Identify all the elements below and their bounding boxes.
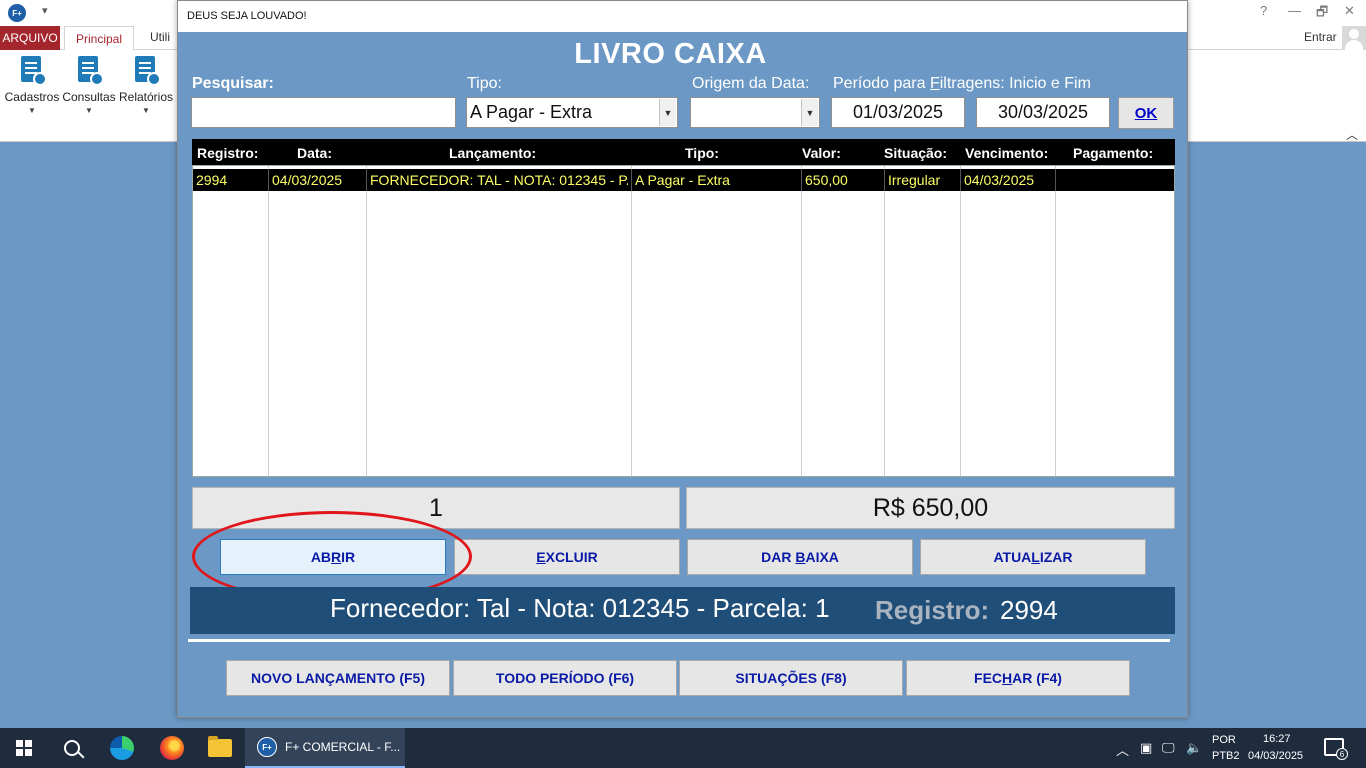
network-icon[interactable]: 🖵: [1162, 740, 1175, 756]
app-logo-icon: F+: [8, 4, 26, 22]
end-date-input[interactable]: 30/03/2025: [976, 97, 1110, 128]
language-indicator[interactable]: POR: [1212, 734, 1236, 746]
column-divider: [268, 166, 269, 476]
column-divider: [884, 166, 885, 476]
active-app-taskbar-button[interactable]: F+ F+ COMERCIAL - F...: [245, 728, 405, 768]
divider: [188, 639, 1170, 642]
records-grid[interactable]: 2994 04/03/2025 FORNECEDOR: TAL - NOTA: …: [192, 165, 1175, 477]
novo-lancamento-button[interactable]: NOVO LANÇAMENTO (F5): [226, 660, 450, 696]
active-app-label: F+ COMERCIAL - F...: [285, 740, 401, 754]
form-title: LIVRO CAIXA: [574, 38, 767, 70]
start-date-input[interactable]: 01/03/2025: [831, 97, 965, 128]
tab-principal[interactable]: Principal: [64, 26, 134, 51]
column-divider: [366, 166, 367, 476]
dialog-title: DEUS SEJA LOUVADO!: [187, 10, 307, 22]
chevron-down-icon[interactable]: ▼: [659, 99, 676, 126]
column-header[interactable]: Vencimento:: [965, 145, 1048, 161]
collapse-ribbon-icon[interactable]: ︿: [1346, 126, 1358, 143]
situacoes-button[interactable]: SITUAÇÕES (F8): [679, 660, 903, 696]
consultas-button[interactable]: Consultas ▼: [61, 56, 117, 120]
tab-arquivo[interactable]: ARQUIVO: [0, 26, 60, 50]
notification-count: 6: [1336, 748, 1348, 760]
report-clock-icon: [131, 56, 161, 88]
column-header[interactable]: Pagamento:: [1073, 145, 1153, 161]
date-origin-label: Origem da Data:: [692, 75, 810, 92]
todo-periodo-button[interactable]: TODO PERÍODO (F6): [453, 660, 677, 696]
date-origin-combo[interactable]: ▼: [690, 97, 820, 128]
firefox-icon: [160, 736, 184, 760]
column-divider: [631, 166, 632, 476]
edge-taskbar-button[interactable]: [98, 728, 146, 768]
add-document-icon: [17, 56, 47, 88]
column-divider: [1055, 166, 1056, 476]
start-button[interactable]: [0, 728, 48, 768]
cell-situacao: Irregular: [888, 172, 941, 188]
cell-lancamento: FORNECEDOR: TAL - NOTA: 012345 - PARCELA…: [370, 172, 628, 188]
clock-date[interactable]: 04/03/2025: [1248, 750, 1303, 762]
ok-button[interactable]: OK: [1118, 97, 1174, 129]
selected-description: Fornecedor: Tal - Nota: 012345 - Parcela…: [330, 593, 830, 623]
cell-tipo: A Pagar - Extra: [635, 172, 730, 188]
cell-data: 04/03/2025: [272, 172, 343, 188]
cell-vencimento: 04/03/2025: [964, 172, 1035, 188]
cell-valor: 650,00: [805, 172, 848, 188]
cadastros-button[interactable]: Cadastros ▼: [4, 56, 60, 120]
column-header[interactable]: Lançamento:: [449, 145, 536, 161]
search-input[interactable]: [191, 97, 456, 128]
chevron-down-icon[interactable]: ▼: [801, 99, 818, 126]
table-row[interactable]: 2994 04/03/2025 FORNECEDOR: TAL - NOTA: …: [193, 169, 1174, 191]
dialog-title-bar: DEUS SEJA LOUVADO!: [178, 1, 1187, 32]
search-label: Pesquisar:: [192, 75, 274, 92]
firefox-taskbar-button[interactable]: [148, 728, 196, 768]
help-icon[interactable]: ?: [1260, 3, 1267, 18]
folder-icon: [208, 736, 232, 757]
app-logo-icon: F+: [257, 737, 277, 757]
column-divider: [960, 166, 961, 476]
sign-in-link[interactable]: Entrar: [1304, 30, 1337, 44]
tab-utilitarios[interactable]: Utili: [150, 30, 170, 44]
column-header[interactable]: Valor:: [802, 145, 841, 161]
close-app-icon[interactable]: ✕: [1344, 3, 1355, 19]
minimize-icon[interactable]: —: [1288, 3, 1301, 18]
type-combo[interactable]: A Pagar - Extra ▼: [466, 97, 678, 128]
chevron-down-icon: ▼: [28, 106, 36, 115]
column-header[interactable]: Registro:: [197, 145, 258, 161]
type-label: Tipo:: [467, 75, 502, 92]
edge-icon: [110, 736, 134, 760]
taskbar: F+ F+ COMERCIAL - F... ︿ ▣ 🖵 🔈 POR PTB2 …: [0, 728, 1366, 768]
clock-time[interactable]: 16:27: [1263, 733, 1291, 745]
quick-access-menu-icon[interactable]: ▾: [42, 4, 48, 17]
file-explorer-taskbar-button[interactable]: [196, 728, 244, 768]
grid-header: Registro: Data: Lançamento: Tipo: Valor:…: [192, 139, 1175, 165]
column-header[interactable]: Data:: [297, 145, 332, 161]
restore-icon[interactable]: 🗗: [1316, 3, 1328, 25]
chevron-down-icon: ▼: [142, 106, 150, 115]
search-document-icon: [74, 56, 104, 88]
column-divider: [801, 166, 802, 476]
period-label: Período para Filtragens: Inicio e Fim: [833, 75, 1091, 92]
keyboard-layout[interactable]: PTB2: [1212, 750, 1240, 762]
search-button[interactable]: [48, 728, 96, 768]
cell-registro: 2994: [196, 172, 228, 188]
excluir-button[interactable]: E XCLUIR: [454, 539, 680, 575]
dar-baixa-button[interactable]: DAR B AIXA: [687, 539, 913, 575]
chevron-down-icon: ▼: [85, 106, 93, 115]
column-header[interactable]: Tipo:: [685, 145, 719, 161]
registro-label: Registro:: [875, 595, 990, 625]
avatar[interactable]: [1342, 26, 1366, 50]
total-amount: R$ 650,00: [686, 487, 1175, 529]
livro-caixa-dialog: DEUS SEJA LOUVADO! LIVRO CAIXA Pesquisar…: [177, 0, 1188, 718]
search-icon: [64, 740, 80, 756]
windows-icon: [16, 740, 32, 756]
chevron-up-icon[interactable]: ︿: [1116, 740, 1129, 759]
column-header[interactable]: Situação:: [884, 145, 947, 161]
atualizar-button[interactable]: ATUA L IZAR: [920, 539, 1146, 575]
info-bar: Fornecedor: Tal - Nota: 012345 - Parcela…: [190, 587, 1175, 634]
registro-value: 2994: [1000, 595, 1058, 625]
meet-icon[interactable]: ▣: [1140, 740, 1152, 756]
relatorios-button[interactable]: Relatórios ▼: [118, 56, 174, 120]
volume-icon[interactable]: 🔈: [1186, 740, 1202, 756]
fechar-button[interactable]: FEC H AR (F4): [906, 660, 1130, 696]
